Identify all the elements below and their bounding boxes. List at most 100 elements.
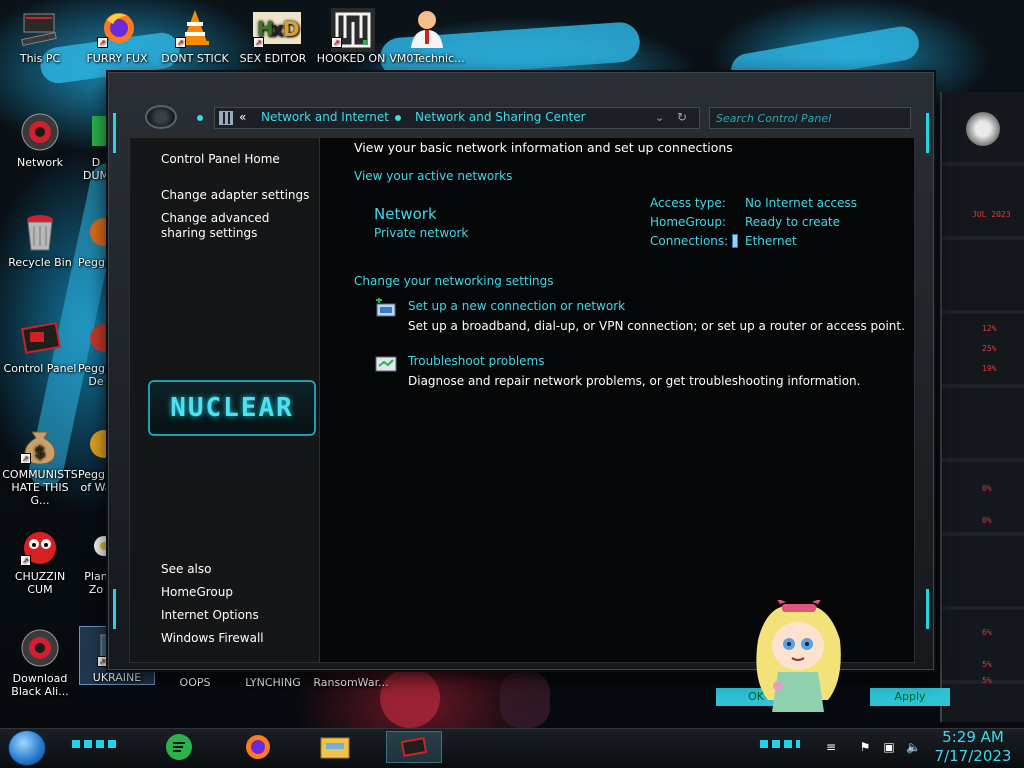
taskbar-accent bbox=[72, 740, 118, 748]
doctor-icon bbox=[407, 8, 447, 48]
active-networks-heading: View your active networks bbox=[354, 169, 513, 183]
desktop-icon-label: DONT STICK bbox=[161, 52, 229, 65]
svg-text:$: $ bbox=[34, 442, 45, 461]
breadcrumb-network-internet[interactable]: Network and Internet bbox=[261, 110, 389, 124]
money-bag-icon: $ ➚ bbox=[20, 424, 60, 465]
desktop-icon-recycle-bin[interactable]: Recycle Bin bbox=[2, 212, 78, 269]
desktop-icon-label: RansomWar... bbox=[313, 676, 389, 689]
access-type-label: Access type: bbox=[650, 196, 726, 210]
show-hidden-icons[interactable]: ≡ bbox=[824, 740, 838, 754]
page-heading: View your basic network information and … bbox=[354, 140, 733, 155]
desktop-icon-label: This PC bbox=[19, 52, 61, 65]
breadcrumb-separator-icon bbox=[395, 115, 401, 121]
breadcrumb-overflow[interactable]: « bbox=[239, 110, 246, 124]
maze-icon: ➚ bbox=[331, 8, 375, 52]
access-type-value: No Internet access bbox=[745, 196, 858, 210]
desktop: This PC ➚ FURRY FUX ➚ DONT STICK HxD ➚ S… bbox=[0, 0, 1024, 768]
control-panel-small-icon bbox=[219, 111, 233, 125]
window-content: Control Panel Home Change adapter settin… bbox=[129, 137, 915, 663]
desktop-icon-label: CHUZZIN CUM bbox=[14, 570, 66, 596]
breadcrumb-network-sharing-center[interactable]: Network and Sharing Center bbox=[415, 110, 586, 124]
desktop-icon-this-pc[interactable]: This PC bbox=[2, 8, 78, 65]
internet-options-link[interactable]: Internet Options bbox=[161, 608, 311, 623]
gadget-reading: 6% bbox=[982, 628, 992, 637]
hxd-icon: HxD ➚ bbox=[253, 8, 301, 48]
desktop-icon-control-panel[interactable]: Control Panel bbox=[2, 318, 78, 375]
wallpaper-figure bbox=[380, 668, 440, 728]
setup-connection-link[interactable]: Set up a new connection or network bbox=[408, 299, 625, 313]
troubleshoot-icon bbox=[374, 354, 398, 374]
gadget-reading: 25% bbox=[982, 344, 997, 353]
troubleshoot-link[interactable]: Troubleshoot problems bbox=[408, 354, 544, 368]
change-advanced-sharing-link[interactable]: Change advanced sharing settings bbox=[161, 211, 311, 241]
desktop-icon-communists[interactable]: $ ➚ COMMUNISTS HATE THIS G... bbox=[2, 424, 78, 507]
main-content: View your basic network information and … bbox=[332, 138, 912, 662]
desktop-icon-label: LYNCHING bbox=[245, 676, 301, 689]
vlc-cone-icon: ➚ bbox=[175, 8, 215, 48]
back-button[interactable] bbox=[145, 105, 177, 129]
setup-connection-icon bbox=[374, 297, 398, 320]
desktop-icon-download-black[interactable]: Download Black Ali... bbox=[2, 628, 78, 698]
desktop-icon-furry-fux[interactable]: ➚ FURRY FUX bbox=[79, 8, 155, 65]
taskbar-control-panel-button[interactable] bbox=[386, 731, 442, 763]
search-input[interactable]: Search Control Panel bbox=[709, 107, 911, 129]
network-name: Network bbox=[374, 205, 437, 223]
network-tray-icon[interactable]: ▣ bbox=[882, 740, 896, 754]
homegroup-label: HomeGroup: bbox=[650, 215, 727, 229]
desktop-icon-label: SEX EDITOR bbox=[239, 52, 307, 65]
desktop-icon-label: UKRAINE bbox=[92, 671, 142, 684]
desktop-icon-label: Download Black Ali... bbox=[11, 672, 69, 698]
desktop-icon-sex-editor[interactable]: HxD ➚ SEX EDITOR bbox=[235, 8, 311, 65]
taskbar-file-explorer-button[interactable] bbox=[308, 731, 364, 763]
taskbar-clock[interactable]: 5:29 AM 7/17/2023 bbox=[930, 728, 1016, 766]
setup-connection-description: Set up a broadband, dial-up, or VPN conn… bbox=[408, 319, 905, 333]
action-center-flag-icon[interactable]: ⚑ bbox=[858, 740, 872, 754]
desktop-icon-vm0technic[interactable]: VM0Technic... bbox=[389, 8, 465, 65]
gadget-reading: 0% bbox=[982, 484, 992, 493]
volume-icon[interactable]: 🔈 bbox=[906, 740, 921, 754]
network-icon bbox=[20, 112, 60, 152]
taskbar-spotify-button[interactable] bbox=[152, 731, 208, 763]
change-adapter-settings-link[interactable]: Change adapter settings bbox=[161, 188, 311, 203]
desktop-icon-label: FURRY FUX bbox=[86, 52, 148, 65]
windows-firewall-link[interactable]: Windows Firewall bbox=[161, 631, 311, 646]
desktop-icon-hooked-on[interactable]: ➚ HOOKED ON bbox=[313, 8, 389, 65]
desktop-icon-label: HOOKED ON bbox=[316, 52, 386, 65]
desktop-icon-network[interactable]: Network bbox=[2, 112, 78, 169]
file-explorer-icon bbox=[320, 735, 350, 759]
computer-icon bbox=[20, 8, 60, 48]
desktop-icon-dont-stick[interactable]: ➚ DONT STICK bbox=[157, 8, 233, 65]
chevron-down-icon[interactable]: ⌄ bbox=[655, 111, 664, 124]
control-panel-home-link[interactable]: Control Panel Home bbox=[161, 152, 311, 167]
clock-date: 7/17/2023 bbox=[934, 747, 1012, 765]
see-also-heading: See also bbox=[161, 562, 212, 576]
nuclear-theme-logo: NUCLEAR bbox=[148, 380, 316, 436]
desktop-icon-chuzzin[interactable]: ➚ CHUZZIN CUM bbox=[2, 526, 78, 596]
homegroup-status-link[interactable]: Ready to create bbox=[745, 215, 840, 229]
desktop-icon-lynching[interactable]: LYNCHING bbox=[235, 676, 311, 689]
desktop-icon-label: Network bbox=[17, 156, 63, 169]
network-type-link[interactable]: Private network bbox=[374, 226, 468, 240]
address-bar[interactable]: « Network and Internet Network and Shari… bbox=[214, 107, 700, 129]
forward-indicator-icon bbox=[197, 115, 203, 121]
homegroup-link[interactable]: HomeGroup bbox=[161, 585, 311, 600]
gadget-reading: 5% bbox=[982, 660, 992, 669]
svg-text:D: D bbox=[283, 17, 300, 41]
gadget-reading: 0% bbox=[982, 516, 992, 525]
start-button[interactable] bbox=[8, 730, 46, 766]
desktop-icon-ransomware[interactable]: RansomWar... bbox=[313, 676, 389, 689]
firefox-icon: ➚ bbox=[97, 8, 137, 48]
desktop-icon-label: D DUM bbox=[82, 156, 109, 182]
title-bar[interactable]: « Network and Internet Network and Shari… bbox=[109, 73, 933, 133]
taskbar-firefox-button[interactable] bbox=[230, 731, 286, 763]
ethernet-icon bbox=[732, 234, 738, 248]
desktop-icon-oops[interactable]: OOPS bbox=[157, 676, 233, 689]
connections-label: Connections: bbox=[650, 234, 729, 248]
desktop-icon-label: COMMUNISTS HATE THIS G... bbox=[2, 468, 78, 507]
ethernet-connection-link[interactable]: Ethernet bbox=[745, 234, 797, 248]
frame-accent bbox=[926, 589, 929, 629]
refresh-icon[interactable]: ↻ bbox=[677, 110, 687, 124]
star-butterfly-character bbox=[748, 598, 848, 720]
firefox-icon bbox=[244, 733, 272, 761]
background-apply-button[interactable]: Apply bbox=[870, 688, 950, 706]
